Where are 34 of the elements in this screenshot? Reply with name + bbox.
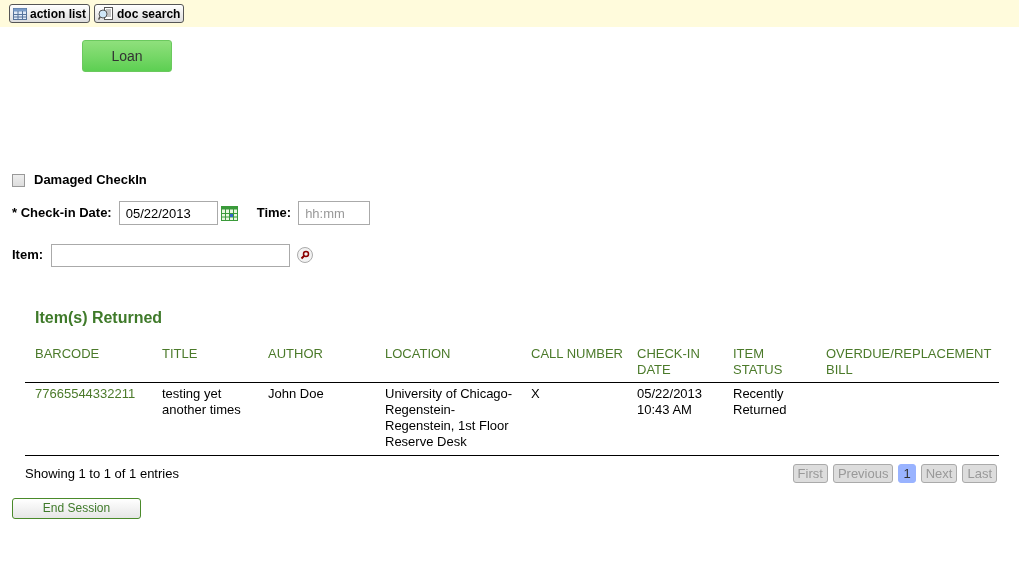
column-header[interactable]: CHECK-IN DATE xyxy=(627,346,723,383)
table-info: Showing 1 to 1 of 1 entries xyxy=(25,465,179,483)
time-label: Time: xyxy=(256,204,292,223)
column-header[interactable]: TITLE xyxy=(152,346,258,383)
pagination-button[interactable]: 1 xyxy=(898,464,916,484)
table-cell: Recently Returned xyxy=(733,386,787,417)
damaged-checkbox[interactable] xyxy=(12,173,25,187)
table-cell: 05/22/2013 10:43 AM xyxy=(637,386,703,417)
barcode-link[interactable]: 77665544332211 xyxy=(35,386,136,401)
section-title: Item(s) Returned xyxy=(34,308,164,328)
action-list-button[interactable]: action list xyxy=(9,4,90,23)
loan-button[interactable]: Loan xyxy=(82,40,172,72)
checkin-date-field[interactable]: 05/22/2013 xyxy=(118,201,218,225)
column-header[interactable]: AUTHOR xyxy=(258,346,375,383)
table-cell: testing yet another times xyxy=(162,386,241,417)
document-magnifier-icon xyxy=(98,6,114,21)
table-icon xyxy=(13,7,27,20)
doc-search-button[interactable]: doc search xyxy=(94,4,185,23)
item-field[interactable] xyxy=(51,243,291,267)
checkin-date-label: * Check-in Date: xyxy=(12,204,112,223)
table-cell: John Doe xyxy=(268,386,324,401)
time-field[interactable]: hh:mm xyxy=(298,201,371,225)
column-header[interactable]: BARCODE xyxy=(25,346,152,383)
damaged-checkin-label: Damaged CheckIn xyxy=(34,171,147,190)
search-icon[interactable] xyxy=(297,247,314,263)
table-cell: X xyxy=(531,386,540,401)
end-session-button[interactable]: End Session xyxy=(12,497,141,519)
calendar-icon[interactable] xyxy=(220,205,238,221)
column-header[interactable]: OVERDUE/REPLACEMENT BILL xyxy=(816,346,999,383)
item-label: Item: xyxy=(12,246,44,265)
column-header[interactable]: ITEM STATUS xyxy=(723,346,816,383)
column-header[interactable]: LOCATION xyxy=(375,346,521,383)
table-cell: University of Chicago-Regenstein-Regenstein, 1st Floor Reserve Desk xyxy=(385,386,513,449)
column-header[interactable]: CALL NUMBER xyxy=(521,346,627,383)
